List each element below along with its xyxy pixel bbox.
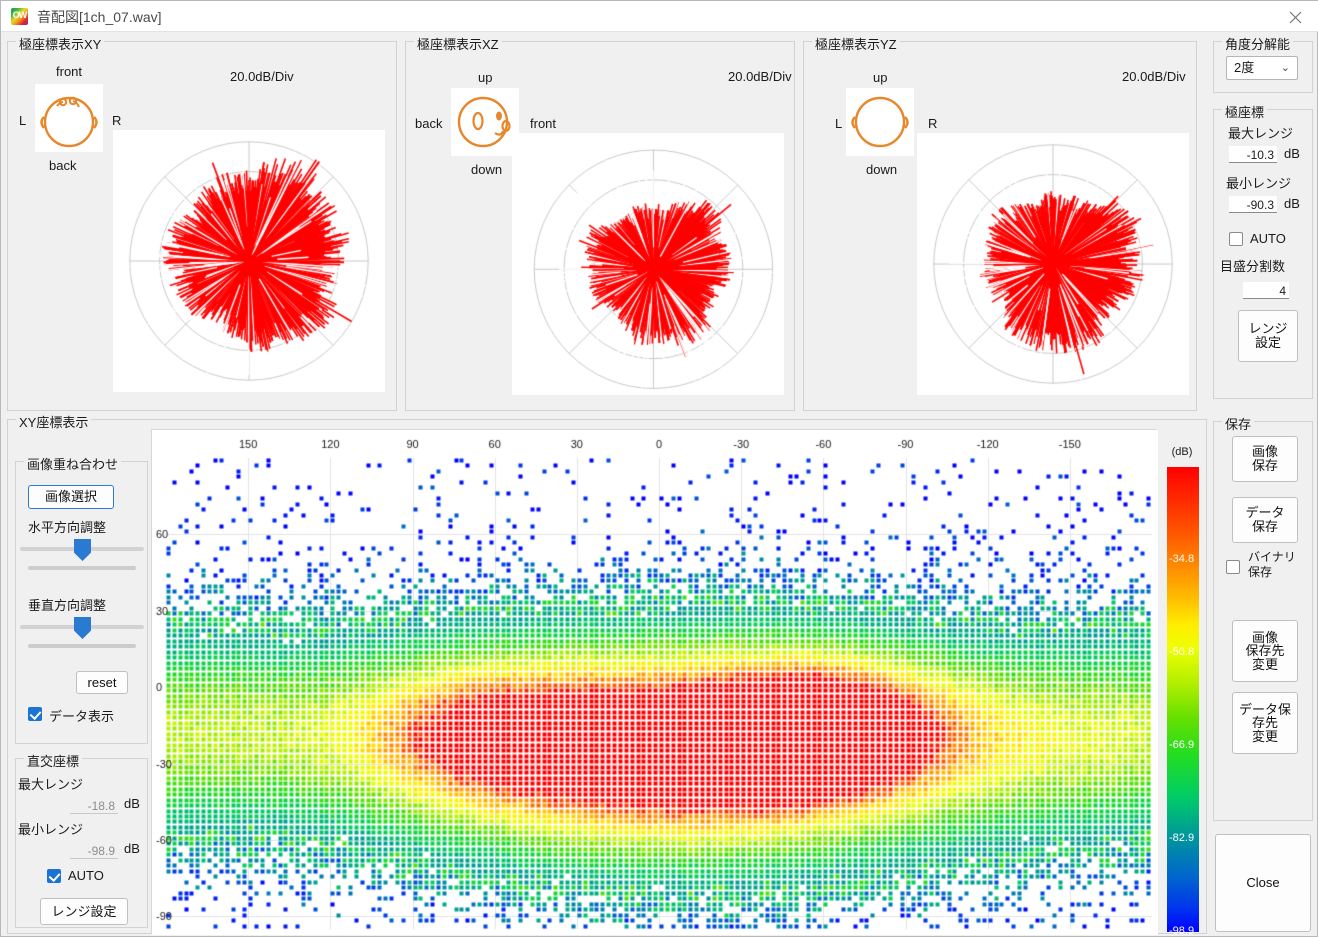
polar-xz-db-div: 20.0dB/Div [728, 69, 792, 84]
polar-xz-left-label: back [415, 116, 443, 131]
polar-xy-right-label: R [112, 113, 122, 128]
angle-resolution-value: 2度 [1234, 60, 1255, 75]
save-legend: 保存 [1222, 414, 1255, 433]
binary-save-checkbox[interactable] [1226, 560, 1240, 574]
save-data-button[interactable]: データ 保存 [1232, 497, 1298, 543]
reset-button[interactable]: reset [76, 671, 128, 694]
polar-yz-left-label: L [835, 116, 843, 131]
colorbar-tick-3: -82.9 [1169, 832, 1195, 845]
cartesian-max-range-unit: dB [124, 796, 140, 811]
polar-min-range-label: 最小レンジ [1226, 176, 1292, 191]
window-title: 音配図[1ch_07.wav] [37, 9, 162, 25]
polar-yz-plot [917, 133, 1189, 395]
colorbar-tick-1: -50.8 [1169, 645, 1195, 658]
vertical-adjust-label: 垂直方向調整 [28, 598, 107, 613]
polar-yz-right-label: R [928, 116, 938, 131]
polar-panel-xz: 極座標表示XZ up down back front 20.0dB/Div [405, 34, 795, 411]
data-display-label: データ表示 [49, 709, 115, 724]
polar-xy-left-label: L [19, 113, 27, 128]
binary-save-label: バイナリ 保存 [1248, 550, 1296, 579]
chevron-down-icon: ⌄ [1280, 62, 1290, 74]
save-group: 保存 画像 保存 データ 保存 バイナリ 保存 画像 保存先 変更 データ保 存… [1213, 414, 1313, 821]
cartesian-range-legend: 直交座標 [24, 751, 83, 770]
app-logo-icon: OW [11, 8, 28, 25]
polar-min-range-input[interactable] [1229, 196, 1277, 213]
polar-panel-xy: 極座標表示XY front back L R 20.0dB/Div [7, 34, 397, 411]
title-bar: OW 音配図[1ch_07.wav] [1, 1, 1318, 32]
polar-range-legend: 極座標 [1222, 102, 1268, 121]
image-overlay-group: 画像重ね合わせ 画像選択 水平方向調整 垂直方向調整 reset データ表示 [15, 454, 148, 744]
polar-xz-bottom-label: down [471, 162, 503, 177]
slider-track-secondary [28, 644, 136, 648]
polar-range-group: 極座標 最大レンジ dB 最小レンジ dB AUTO 目盛分割数 レンジ 設定 [1213, 102, 1313, 399]
polar-max-range-input[interactable] [1229, 146, 1277, 163]
polar-range-set-button[interactable]: レンジ 設定 [1238, 310, 1298, 362]
polar-max-range-unit: dB [1284, 146, 1300, 161]
save-image-button[interactable]: 画像 保存 [1232, 436, 1298, 482]
polar-xy-top-label: front [56, 64, 83, 79]
head-top-view-icon [35, 84, 103, 152]
polar-divisions-input[interactable] [1243, 282, 1289, 299]
image-overlay-legend: 画像重ね合わせ [24, 454, 122, 473]
application-window: OW 音配図[1ch_07.wav] 極座標表示XY front back L … [0, 0, 1318, 937]
cartesian-max-range-input [70, 797, 118, 814]
polar-xy-legend: 極座標表示XY [16, 34, 105, 53]
colorbar: (dB) -34.8 -50.8 -66.9 -82.9 -98.9 [1159, 441, 1205, 937]
angle-resolution-legend: 角度分解能 [1222, 34, 1294, 53]
slider-track-secondary [28, 566, 136, 570]
angle-resolution-select[interactable]: 2度 ⌄ [1226, 56, 1298, 80]
head-side-view-icon [451, 88, 519, 156]
cartesian-min-range-input [70, 842, 118, 859]
colorbar-tick-2: -66.9 [1169, 739, 1195, 752]
angle-resolution-group: 角度分解能 2度 ⌄ [1213, 34, 1313, 93]
data-display-checkbox[interactable] [28, 707, 42, 721]
change-image-destination-button[interactable]: 画像 保存先 変更 [1232, 620, 1298, 682]
cartesian-min-range-unit: dB [124, 841, 140, 856]
cartesian-auto-label: AUTO [68, 868, 104, 883]
colorbar-tick-4: -98.9 [1169, 925, 1195, 937]
polar-yz-top-label: up [873, 70, 888, 85]
polar-max-range-label: 最大レンジ [1228, 126, 1294, 141]
close-icon[interactable] [1273, 1, 1318, 31]
heatmap-canvas [152, 430, 1158, 935]
polar-xz-legend: 極座標表示XZ [414, 34, 502, 53]
polar-yz-bottom-label: down [866, 162, 898, 177]
colorbar-tick-0: -34.8 [1169, 552, 1195, 565]
colorbar-unit-label: (dB) [1171, 446, 1193, 458]
polar-xy-bottom-label: back [49, 158, 77, 173]
polar-xy-db-div: 20.0dB/Div [230, 69, 294, 84]
polar-xz-right-label: front [530, 116, 557, 131]
colorbar-gradient [1167, 467, 1199, 932]
xy-display-legend: XY座標表示 [16, 412, 92, 431]
cartesian-min-range-label: 最小レンジ [18, 822, 84, 837]
horizontal-adjust-slider[interactable] [20, 539, 144, 571]
change-data-destination-button[interactable]: データ保 存先 変更 [1232, 692, 1298, 754]
polar-xz-plot [512, 133, 784, 395]
horizontal-adjust-label: 水平方向調整 [28, 520, 107, 535]
cartesian-auto-checkbox[interactable] [47, 869, 61, 883]
polar-min-range-unit: dB [1284, 196, 1300, 211]
slider-thumb[interactable] [74, 617, 91, 639]
heatmap-plot-area[interactable] [151, 429, 1158, 935]
polar-divisions-label: 目盛分割数 [1220, 259, 1286, 274]
polar-yz-legend: 極座標表示YZ [812, 34, 900, 53]
slider-thumb[interactable] [74, 539, 91, 561]
cartesian-range-group: 直交座標 最大レンジ dB 最小レンジ dB AUTO レンジ設定 [15, 751, 148, 928]
cartesian-max-range-label: 最大レンジ [18, 777, 84, 792]
polar-auto-label: AUTO [1250, 231, 1286, 246]
close-button[interactable]: Close [1215, 834, 1311, 932]
head-front-view-icon [846, 88, 914, 156]
polar-xz-top-label: up [478, 70, 493, 85]
vertical-adjust-slider[interactable] [20, 617, 144, 649]
polar-xy-plot [113, 130, 385, 392]
select-image-button[interactable]: 画像選択 [28, 485, 114, 509]
polar-yz-db-div: 20.0dB/Div [1122, 69, 1186, 84]
polar-auto-checkbox[interactable] [1229, 232, 1243, 246]
cartesian-range-set-button[interactable]: レンジ設定 [40, 898, 128, 925]
polar-panel-yz: 極座標表示YZ up down L R 20.0dB/Div [803, 34, 1197, 411]
